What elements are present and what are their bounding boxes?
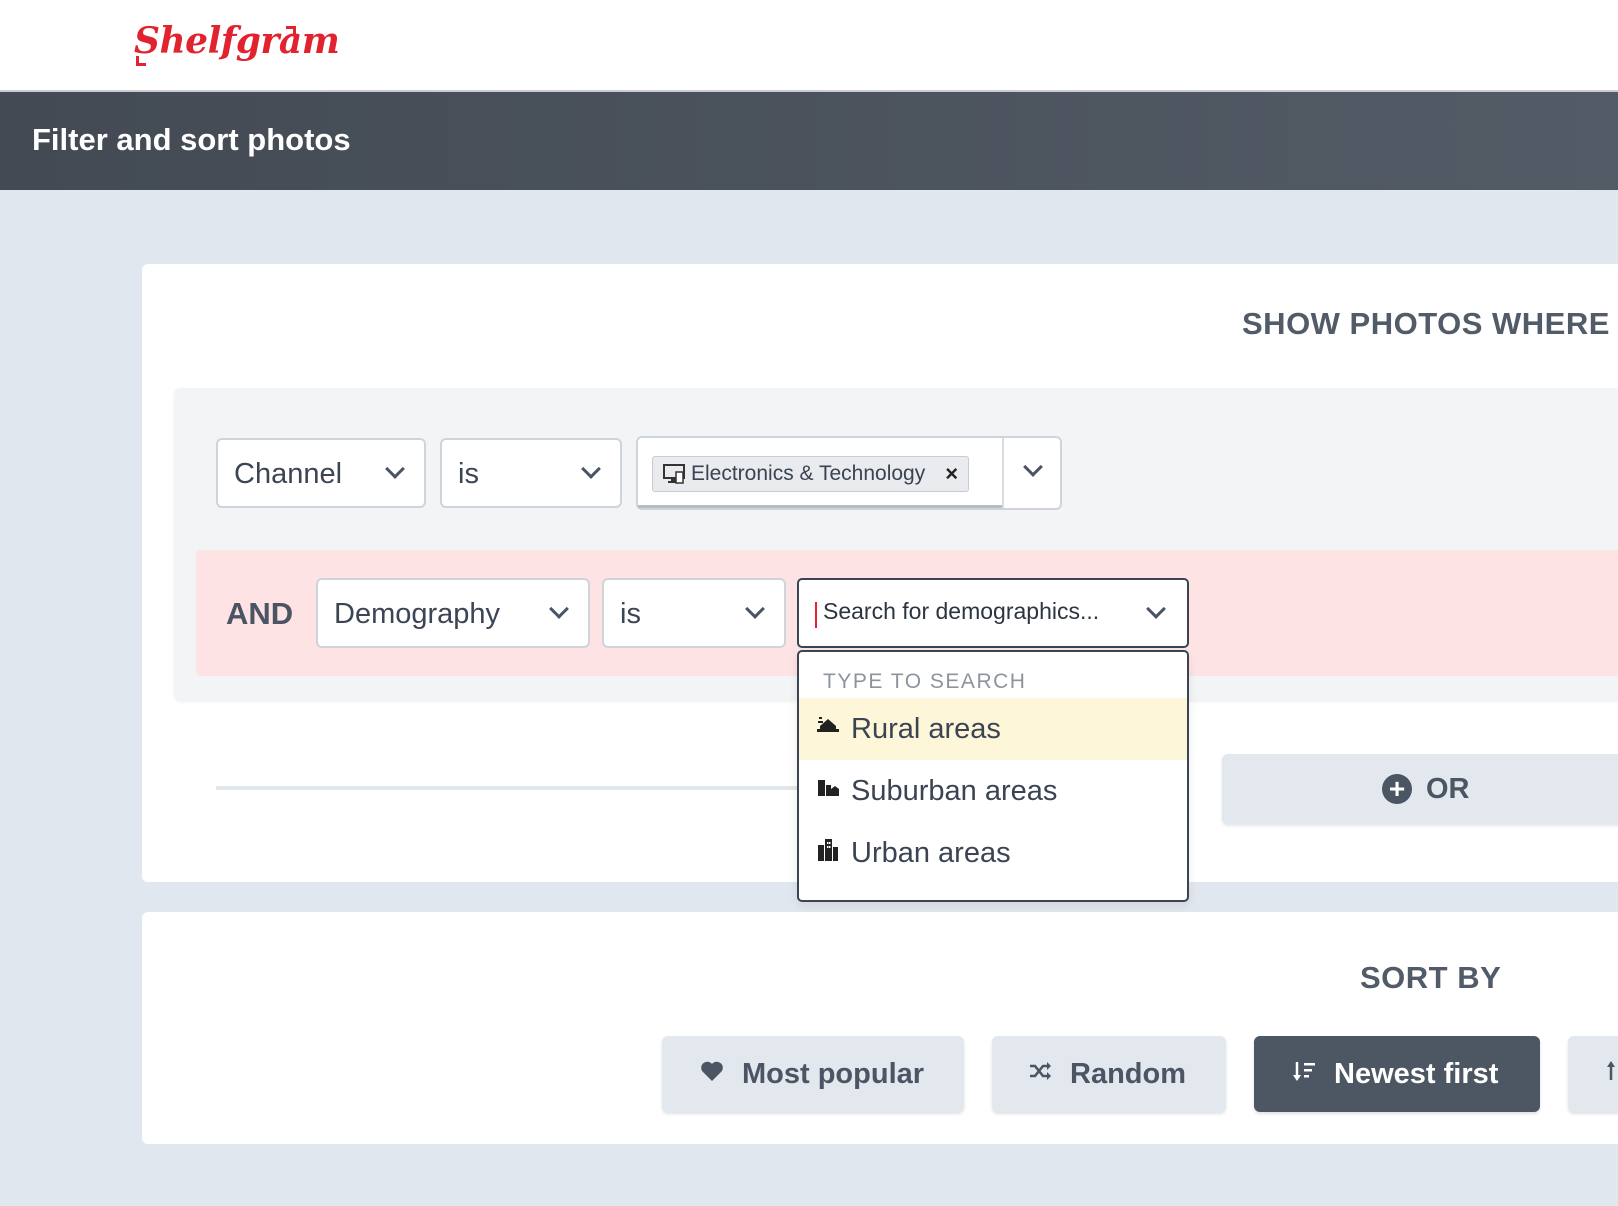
dropdown-option-label: Urban areas xyxy=(851,836,1011,869)
and-label: AND xyxy=(226,596,294,631)
or-button-label: OR xyxy=(1426,772,1470,805)
house-icon xyxy=(815,715,841,743)
page-title: Filter and sort photos xyxy=(32,122,351,157)
chevron-down-icon xyxy=(745,599,765,619)
chevron-down-icon xyxy=(549,599,569,619)
buildings-icon xyxy=(815,777,841,805)
dropdown-option-label: Suburban areas xyxy=(851,774,1058,807)
multiselect-chip-area: Electronics & Technology × xyxy=(638,438,1002,508)
sort-option-label: Random xyxy=(1070,1057,1186,1090)
field-select-value: Demography xyxy=(334,598,501,630)
add-or-button[interactable]: + OR xyxy=(1222,754,1618,824)
text-caret xyxy=(815,602,817,628)
operator-select-row1[interactable]: is xyxy=(440,438,622,508)
selected-chip: Electronics & Technology × xyxy=(652,456,970,492)
chevron-down-icon xyxy=(385,459,405,479)
chip-remove-icon[interactable]: × xyxy=(945,461,958,487)
operator-select-value: is xyxy=(458,458,479,490)
chip-label: Electronics & Technology xyxy=(691,462,926,485)
channel-value-multiselect[interactable]: Electronics & Technology × xyxy=(636,436,1062,510)
demographics-search-input[interactable] xyxy=(823,598,1143,625)
sort-desc-icon xyxy=(1290,1060,1318,1089)
dropdown-option-urban[interactable]: Urban areas xyxy=(799,822,1187,884)
city-icon xyxy=(815,837,841,869)
sort-option-label: Newest first xyxy=(1334,1057,1499,1090)
dropdown-option-rural[interactable]: Rural areas xyxy=(799,698,1187,760)
or-divider-line xyxy=(216,786,804,790)
operator-select-row2[interactable]: is xyxy=(602,578,786,648)
dropdown-header: TYPE TO SEARCH xyxy=(823,670,1027,693)
plus-circle-icon: + xyxy=(1382,774,1412,804)
top-bar: Shelfgram xyxy=(0,0,1618,92)
sort-section-title: SORT BY xyxy=(1360,960,1502,995)
divider xyxy=(1002,438,1004,508)
field-select-value: Channel xyxy=(234,458,343,490)
sort-option-label: Most popular xyxy=(742,1057,925,1090)
logo[interactable]: Shelfgram xyxy=(134,20,340,62)
title-bar: Filter and sort photos xyxy=(0,92,1618,190)
shuffle-icon xyxy=(1026,1060,1054,1088)
field-select-channel[interactable]: Channel xyxy=(216,438,426,508)
chevron-down-icon xyxy=(581,459,601,479)
chevron-down-icon[interactable] xyxy=(1023,457,1043,477)
operator-select-value: is xyxy=(620,598,641,630)
dropdown-option-suburban[interactable]: Suburban areas xyxy=(799,760,1187,822)
filter-section-title: SHOW PHOTOS WHERE xyxy=(1242,306,1610,341)
demographics-dropdown: TYPE TO SEARCH Rural areas Suburban area… xyxy=(797,650,1189,902)
sort-oldest-first-button[interactable] xyxy=(1568,1036,1618,1112)
sort-most-popular-button[interactable]: Most popular xyxy=(662,1036,964,1112)
chevron-down-icon[interactable] xyxy=(1146,599,1166,619)
sort-asc-icon xyxy=(1604,1060,1618,1089)
monitor-icon xyxy=(663,464,685,484)
sort-random-button[interactable]: Random xyxy=(992,1036,1226,1112)
heart-icon xyxy=(698,1060,726,1089)
demographics-search-field[interactable] xyxy=(797,578,1189,648)
sort-newest-first-button[interactable]: Newest first xyxy=(1254,1036,1540,1112)
dropdown-option-label: Rural areas xyxy=(851,712,1001,745)
field-select-demography[interactable]: Demography xyxy=(316,578,590,648)
